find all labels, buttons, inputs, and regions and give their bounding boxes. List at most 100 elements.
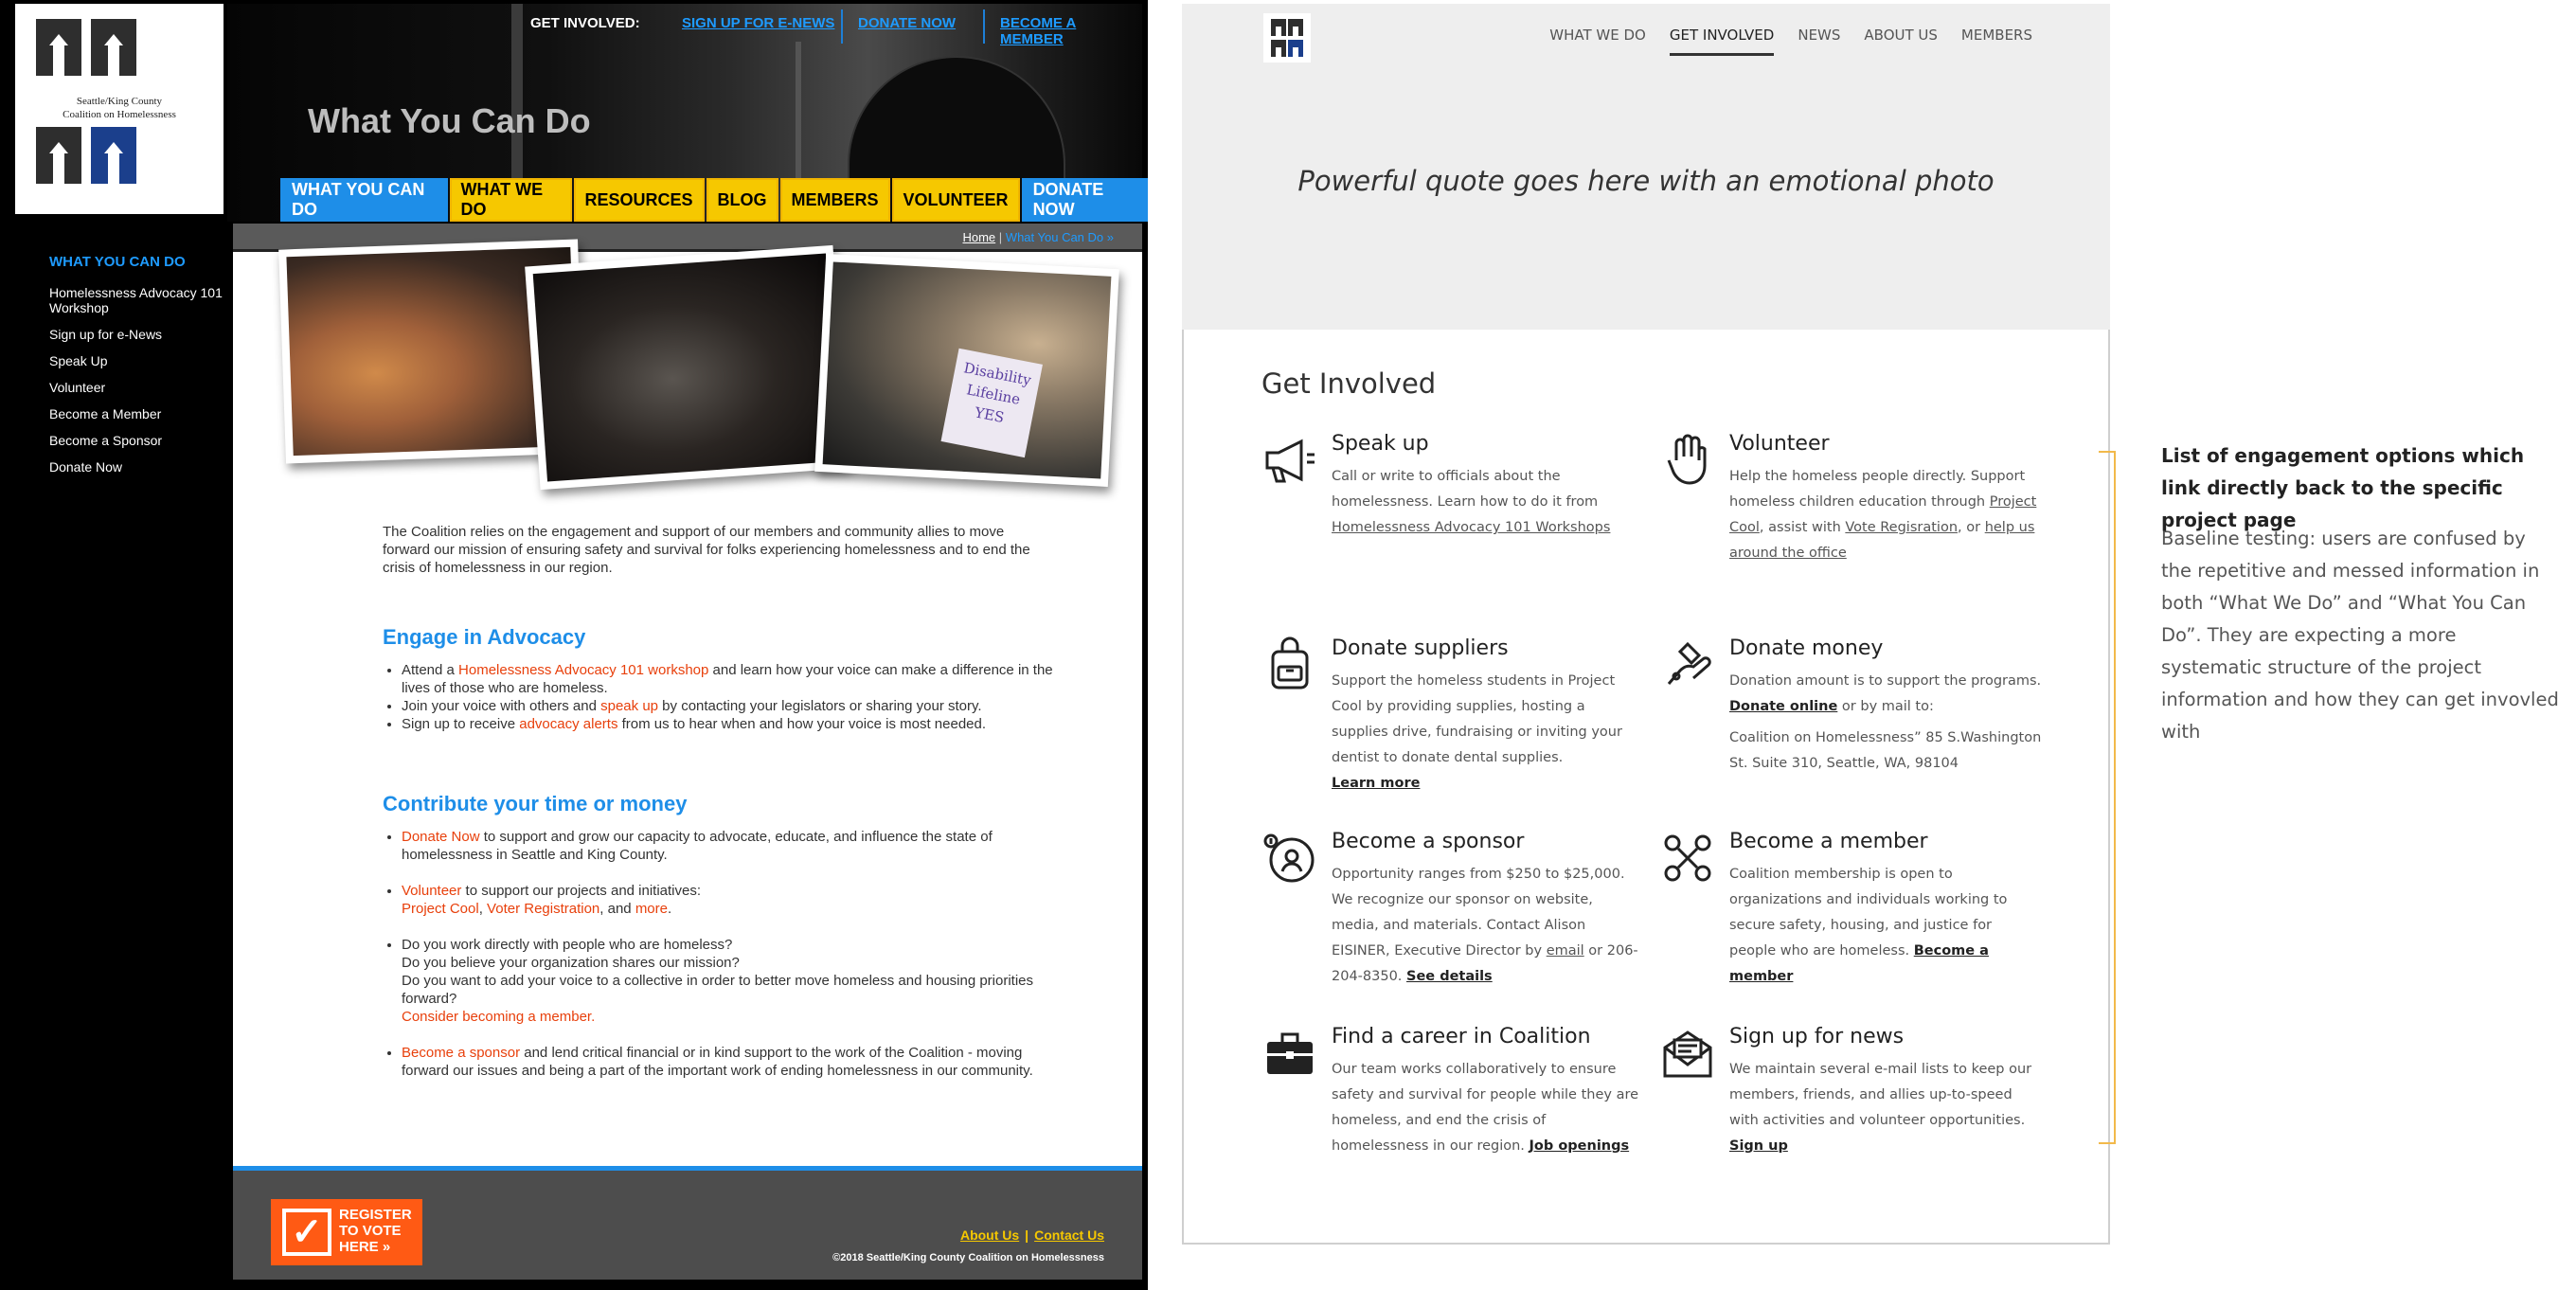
advocacy-workshops-link[interactable]: Homelessness Advocacy 101 Workshops — [1332, 520, 1610, 535]
contact-us-link[interactable]: Contact Us — [1034, 1227, 1104, 1243]
annotation-title: List of engagement options which link di… — [2161, 444, 2525, 531]
card-body: Call or write to officials about the hom… — [1332, 464, 1644, 541]
contribute-heading: Contribute your time or money — [383, 792, 688, 815]
footer-separator: | — [1025, 1227, 1029, 1243]
register-text: REGISTER — [339, 1207, 412, 1223]
more-link[interactable]: more — [635, 901, 668, 917]
annotation-bracket — [2099, 451, 2116, 1144]
donate-now-link[interactable]: Donate Now — [402, 829, 480, 845]
house-icon — [36, 19, 81, 76]
nav-members[interactable]: MEMBERS — [1961, 27, 2032, 56]
card-title: Donate suppliers — [1332, 636, 1509, 660]
advocacy-alerts-link[interactable]: advocacy alerts — [519, 716, 617, 732]
vote-registration-link[interactable]: Vote Regisration — [1845, 520, 1958, 535]
become-member-link[interactable]: BECOME A MEMBER — [1000, 15, 1142, 47]
old-logo[interactable]: Seattle/King County Coalition on Homeles… — [15, 4, 224, 214]
card-title: Become a member — [1729, 830, 1928, 853]
nav-what-you-can-do[interactable]: WHAT YOU CAN DO — [280, 178, 448, 222]
nav-news[interactable]: NEWS — [1798, 27, 1840, 56]
old-sidebar: WHAT YOU CAN DO Homelessness Advocacy 10… — [49, 254, 258, 486]
house-icon — [91, 127, 136, 184]
megaphone-icon — [1261, 432, 1322, 493]
nav-members[interactable]: MEMBERS — [779, 178, 890, 222]
text: from us to hear when and how your voice … — [617, 716, 987, 732]
nav-donate-now[interactable]: DONATE NOW — [1021, 178, 1148, 222]
checkbox-icon: ✓ — [282, 1209, 331, 1256]
envelope-icon — [1659, 1025, 1720, 1085]
card-title: Sign up for news — [1729, 1025, 1905, 1048]
donate-online-link[interactable]: Donate online — [1729, 699, 1837, 714]
breadcrumb-separator: | — [998, 230, 1003, 244]
list-item: Volunteer to support our projects and in… — [402, 882, 1055, 918]
breadcrumb-current: What You Can Do » — [1005, 230, 1114, 244]
volunteer-link[interactable]: Volunteer — [402, 883, 461, 899]
text: We maintain several e-mail lists to keep… — [1729, 1062, 2032, 1128]
sponsor-icon — [1261, 830, 1322, 890]
backpack-icon — [1261, 636, 1322, 697]
become-sponsor-link[interactable]: Become a sponsor — [402, 1045, 520, 1061]
nav-blog[interactable]: BLOG — [706, 178, 778, 222]
email-link[interactable]: email — [1547, 943, 1584, 959]
card-body: Donation amount is to support the progra… — [1729, 669, 2042, 777]
become-member-link[interactable]: Consider becoming a member. — [402, 1009, 595, 1025]
card-title: Volunteer — [1729, 432, 1830, 456]
photo-rally: Disability Lifeline YES — [814, 254, 1119, 487]
new-logo[interactable] — [1263, 13, 1311, 63]
sidebar-item-volunteer[interactable]: Volunteer — [49, 380, 258, 395]
mailing-address: Coalition on Homelessness” 85 S.Washingt… — [1729, 730, 2042, 771]
logo-text: Coalition on Homelessness — [63, 109, 176, 120]
list-item: Sign up to receive advocacy alerts from … — [402, 715, 1055, 733]
old-site-screenshot: Seattle/King County Coalition on Homeles… — [0, 0, 1148, 1290]
nav-about-us[interactable]: ABOUT US — [1864, 27, 1938, 56]
old-footer: ✓ REGISTER TO VOTE HERE » About Us | Conta… — [233, 1166, 1142, 1280]
card-title: Become a sponsor — [1332, 830, 1525, 853]
footer-links: About Us | Contact Us — [960, 1227, 1104, 1243]
card-title: Find a career in Coalition — [1332, 1025, 1591, 1048]
about-us-link[interactable]: About Us — [960, 1227, 1019, 1243]
engage-heading: Engage in Advocacy — [383, 625, 586, 649]
nav-what-we-do[interactable]: WHAT WE DO — [449, 178, 572, 222]
sidebar-item-speak-up[interactable]: Speak Up — [49, 353, 258, 368]
briefcase-icon — [1261, 1025, 1322, 1085]
job-openings-link[interactable]: Job openings — [1530, 1138, 1630, 1154]
advocacy-workshop-link[interactable]: Homelessness Advocacy 101 workshop — [458, 662, 708, 678]
raised-hand-icon — [1659, 432, 1720, 493]
register-text: TO VOTE — [339, 1223, 402, 1239]
breadcrumb: Home | What You Can Do » — [962, 230, 1114, 244]
nav-resources[interactable]: RESOURCES — [573, 178, 705, 222]
text: to support our projects and initiatives: — [461, 883, 702, 899]
project-cool-link[interactable]: Project Cool — [402, 901, 479, 917]
text: Help the homeless people directly. Suppo… — [1729, 469, 2026, 510]
card-title: Speak up — [1332, 432, 1429, 456]
sidebar-item-donate[interactable]: Donate Now — [49, 459, 258, 475]
sidebar-item-member[interactable]: Become a Member — [49, 406, 258, 421]
sidebar-item-advocacy-workshop[interactable]: Homelessness Advocacy 101 Workshop — [49, 285, 258, 315]
card-body: Opportunity ranges from $250 to $25,000.… — [1332, 862, 1644, 990]
learn-more-link[interactable]: Learn more — [1332, 776, 1420, 791]
register-text: HERE » — [339, 1239, 391, 1255]
get-involved-section: Get Involved Speak up Call or write to o… — [1182, 330, 2110, 1245]
nav-volunteer[interactable]: VOLUNTEER — [891, 178, 1020, 222]
speak-up-link[interactable]: speak up — [600, 698, 658, 714]
register-to-vote-button[interactable]: ✓ REGISTER TO VOTE HERE » — [271, 1199, 422, 1265]
nav-get-involved[interactable]: GET INVOLVED — [1669, 27, 1775, 56]
old-main-nav: WHAT YOU CAN DO WHAT WE DO RESOURCES BLO… — [280, 178, 1148, 222]
list-item: Join your voice with others and speak up… — [402, 697, 1055, 715]
sign-up-link[interactable]: Sign up — [1729, 1138, 1788, 1154]
voter-registration-link[interactable]: Voter Registration — [487, 901, 599, 917]
sidebar-item-enews[interactable]: Sign up for e-News — [49, 327, 258, 342]
donate-now-link[interactable]: DONATE NOW — [858, 15, 956, 31]
sidebar-item-sponsor[interactable]: Become a Sponsor — [49, 433, 258, 448]
card-body: Help the homeless people directly. Suppo… — [1729, 464, 2042, 566]
banner-decoration — [511, 4, 523, 184]
text: , assist with — [1759, 520, 1846, 535]
see-details-link[interactable]: See details — [1406, 969, 1493, 984]
divider — [983, 9, 985, 44]
signup-enews-link[interactable]: SIGN UP FOR E-NEWS — [682, 15, 834, 31]
house-icon — [1271, 40, 1286, 57]
breadcrumb-home-link[interactable]: Home — [962, 230, 995, 244]
photo-night-outreach — [525, 244, 849, 491]
nav-what-we-do[interactable]: WHAT WE DO — [1549, 27, 1646, 56]
sidebar-heading[interactable]: WHAT YOU CAN DO — [49, 254, 258, 270]
text: to support and grow our capacity to advo… — [402, 829, 993, 863]
